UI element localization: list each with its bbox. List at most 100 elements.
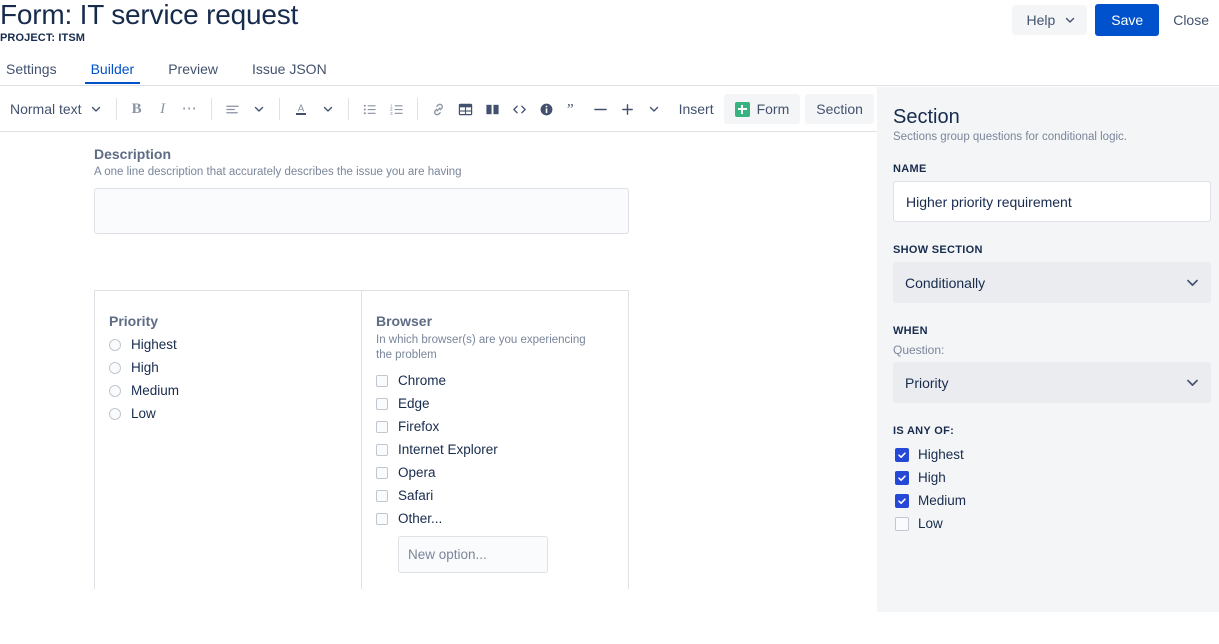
table-button[interactable] <box>452 96 479 122</box>
info-panel-button[interactable] <box>533 96 560 122</box>
more-formatting-button[interactable]: ⋯ <box>176 96 204 122</box>
link-button[interactable] <box>425 96 452 122</box>
option-label: Low <box>131 406 156 421</box>
checkbox-unchecked-icon[interactable] <box>895 517 909 531</box>
toolbar-group-color: A <box>287 96 341 122</box>
radio-icon[interactable] <box>109 362 121 374</box>
option-label: Internet Explorer <box>398 442 498 457</box>
text-color-icon: A <box>293 101 309 117</box>
tab-settings[interactable]: Settings <box>0 60 63 83</box>
description-hint: A one line description that accurately d… <box>94 165 629 180</box>
when-label: WHEN <box>893 325 1203 337</box>
check-icon <box>897 473 907 483</box>
radio-icon[interactable] <box>109 339 121 351</box>
tab-issue-json[interactable]: Issue JSON <box>246 60 333 83</box>
checkbox-checked-icon[interactable] <box>895 471 909 485</box>
divider-button[interactable] <box>587 96 614 122</box>
tab-preview[interactable]: Preview <box>162 60 224 83</box>
checkbox-checked-icon[interactable] <box>895 448 909 462</box>
insert-more-button[interactable] <box>614 96 641 122</box>
condition-option-high[interactable]: High <box>895 466 1203 489</box>
checkbox-checked-icon[interactable] <box>895 494 909 508</box>
condition-option-medium[interactable]: Medium <box>895 489 1203 512</box>
condition-option-low[interactable]: Low <box>895 512 1203 535</box>
checkbox-icon[interactable] <box>376 490 388 502</box>
new-option-input[interactable]: New option... <box>398 536 548 573</box>
insert-section-button[interactable]: Section <box>805 94 874 124</box>
checkbox-option-chrome[interactable]: Chrome <box>376 369 612 392</box>
italic-icon: I <box>160 101 165 118</box>
checkbox-icon[interactable] <box>376 375 388 387</box>
divider-icon <box>593 102 608 117</box>
radio-option-medium[interactable]: Medium <box>109 379 345 402</box>
condition-option-highest[interactable]: Highest <box>895 443 1203 466</box>
radio-icon[interactable] <box>109 408 121 420</box>
insert-more-dropdown-button[interactable] <box>641 96 667 122</box>
align-dropdown-button[interactable] <box>246 96 272 122</box>
close-button[interactable]: Close <box>1167 4 1215 36</box>
form-canvas[interactable]: Description A one line description that … <box>0 133 877 644</box>
checkbox-icon[interactable] <box>376 513 388 525</box>
link-icon <box>431 102 446 117</box>
checkbox-option-other[interactable]: Other... <box>376 507 612 530</box>
italic-button[interactable]: I <box>150 96 176 122</box>
bullet-list-button[interactable] <box>356 96 383 122</box>
radio-icon[interactable] <box>109 385 121 397</box>
checkbox-option-safari[interactable]: Safari <box>376 484 612 507</box>
checkbox-icon[interactable] <box>376 467 388 479</box>
plus-green-icon <box>735 102 750 117</box>
checkbox-option-opera[interactable]: Opera <box>376 461 612 484</box>
checkbox-icon[interactable] <box>376 398 388 410</box>
description-input[interactable] <box>94 188 629 234</box>
info-panel-icon <box>539 102 554 117</box>
question-sublabel: Question: <box>893 343 1203 357</box>
section-properties-panel: Section Sections group questions for con… <box>877 87 1219 612</box>
when-question-select[interactable]: Priority <box>893 362 1211 403</box>
when-question-value: Priority <box>905 375 949 391</box>
panel-title: Section <box>893 105 1203 129</box>
align-left-icon <box>225 102 240 117</box>
section-name-value: Higher priority requirement <box>906 194 1072 210</box>
chevron-down-icon <box>91 104 101 114</box>
text-style-label: Normal text <box>10 101 82 117</box>
option-label: Firefox <box>398 419 439 434</box>
help-button[interactable]: Help <box>1012 5 1087 35</box>
text-style-dropdown[interactable]: Normal text <box>0 97 109 121</box>
chevron-down-icon <box>1186 276 1199 289</box>
text-color-dropdown-button[interactable] <box>315 96 341 122</box>
show-section-select[interactable]: Conditionally <box>893 262 1211 303</box>
project-breadcrumb: PROJECT: ITSM <box>0 32 85 44</box>
bold-button[interactable]: B <box>124 96 150 122</box>
option-label: Medium <box>131 383 179 398</box>
checkbox-option-firefox[interactable]: Firefox <box>376 415 612 438</box>
tab-bar: Settings Builder Preview Issue JSON <box>0 60 1219 86</box>
quote-button[interactable]: ” <box>560 96 587 122</box>
radio-option-highest[interactable]: Highest <box>109 333 345 356</box>
bold-icon: B <box>132 101 142 118</box>
code-button[interactable] <box>506 96 533 122</box>
condition-label: Medium <box>918 493 966 508</box>
insert-form-label: Form <box>757 101 790 117</box>
section-name-input[interactable]: Higher priority requirement <box>893 181 1211 222</box>
column-priority: Priority Highest High Medium Low <box>95 291 362 589</box>
description-field-block: Description A one line description that … <box>94 146 629 234</box>
radio-option-low[interactable]: Low <box>109 402 345 425</box>
chevron-down-icon <box>1186 376 1199 389</box>
checkbox-option-internet-explorer[interactable]: Internet Explorer <box>376 438 612 461</box>
page-header: Form: IT service request PROJECT: ITSM H… <box>0 0 1219 56</box>
checkbox-option-edge[interactable]: Edge <box>376 392 612 415</box>
checkbox-icon[interactable] <box>376 444 388 456</box>
new-option-placeholder: New option... <box>408 547 487 562</box>
save-button[interactable]: Save <box>1095 4 1159 36</box>
tab-builder[interactable]: Builder <box>85 60 141 83</box>
toolbar-group-insert: ” <box>425 96 667 122</box>
text-color-button[interactable]: A <box>287 96 315 122</box>
radio-option-high[interactable]: High <box>109 356 345 379</box>
checkbox-icon[interactable] <box>376 421 388 433</box>
align-left-button[interactable] <box>219 96 246 122</box>
spacer <box>893 403 1203 425</box>
insert-form-button[interactable]: Form <box>724 94 801 124</box>
layout-columns-button[interactable] <box>479 96 506 122</box>
is-any-of-label: IS ANY OF: <box>893 425 1203 437</box>
numbered-list-button[interactable]: 123 <box>383 96 410 122</box>
